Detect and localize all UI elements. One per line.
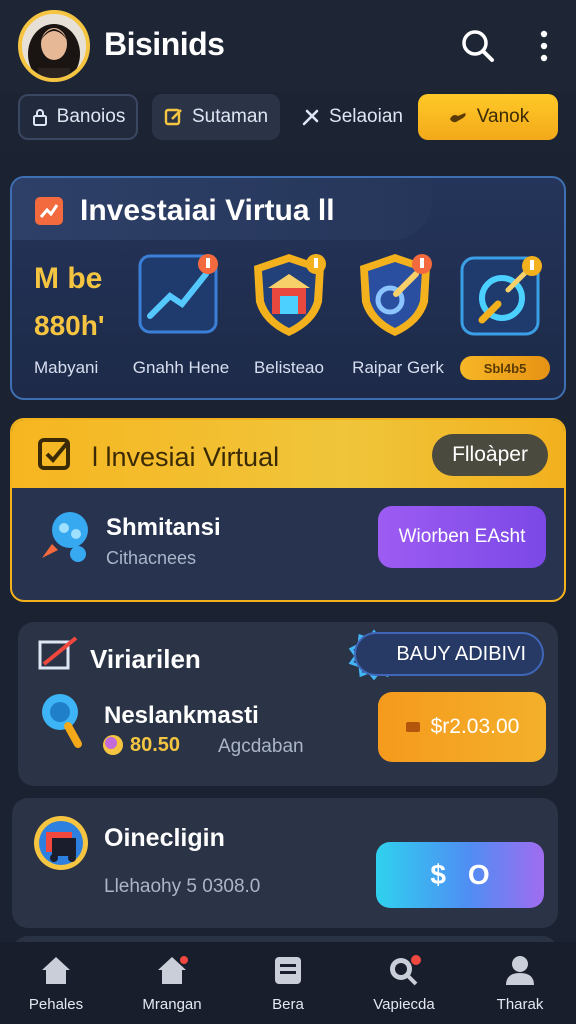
pay-button[interactable]: $ O (376, 842, 544, 908)
chart-badge-icon (35, 197, 63, 225)
lock-icon (32, 109, 47, 126)
hand-icon (449, 113, 466, 123)
item-name: Shmitansi (106, 514, 221, 541)
ticket-icon (405, 722, 420, 732)
card-title: Viriarilen (90, 644, 201, 674)
search-icon[interactable] (458, 26, 498, 66)
tab-vanok[interactable]: Vanok (418, 94, 558, 140)
feature-badge: Sbl4b5 (460, 356, 550, 380)
chart-up-icon (138, 254, 218, 334)
nav-item-vapiecda[interactable]: Vapiecda (348, 954, 460, 1020)
stat-label: Mabyani (34, 358, 99, 377)
item-name: Neslankmasti (104, 702, 259, 729)
search-target-icon (460, 256, 542, 336)
search-alert-icon (390, 955, 421, 986)
nav-label: Tharak (496, 996, 544, 1013)
feature-label: Gnahh Hene (132, 358, 230, 377)
app-header: Bisinids (0, 0, 576, 92)
feature-label: Raipar Gerk (352, 358, 444, 377)
feature-growth[interactable] (136, 250, 226, 340)
tab-selaoian[interactable]: Selaoian (292, 94, 412, 140)
item-subtitle: Cithacnees (106, 548, 197, 568)
avatar-image (22, 14, 86, 78)
nav-label: Mrangan (142, 996, 202, 1013)
item-subtitle: Llehaohy 5 0308.0 (104, 876, 261, 897)
edit-icon (164, 108, 182, 126)
item-amount: 80.50 (130, 734, 181, 756)
stat-value-bottom: 880h' (34, 310, 105, 341)
tab-label: Selaoian (329, 106, 403, 127)
card-title: Investaiai Virtua ll (80, 194, 335, 227)
bank-shield-icon (254, 254, 326, 336)
tab-label: Vanok (476, 106, 530, 127)
app-title: Bisinids (104, 26, 225, 62)
filter-tabs: Banoios Sutaman Selaoian Vanok (0, 92, 576, 154)
nav-item-pehales[interactable]: Pehales (0, 954, 112, 1020)
price-button[interactable]: $r2.03.00 (378, 692, 546, 762)
chart-check-icon (38, 636, 78, 670)
feature-label: Belisteao (254, 358, 324, 377)
avatar[interactable] (18, 10, 90, 82)
home-icon (42, 957, 70, 984)
person-icon (506, 956, 534, 985)
filter-pill[interactable]: Flloàper (432, 434, 548, 476)
nav-label: Pehales (28, 996, 84, 1013)
bottom-navigation: Pehales Mrangan Bera Vapiecda Tharak (0, 942, 576, 1024)
card-title: Oinecligin (104, 824, 225, 852)
tab-label: Banoios (56, 106, 126, 127)
checkbox-icon (38, 438, 70, 470)
card-header: l lnvesiai Virtual Flloàper (12, 420, 564, 488)
stat-value-top: M be (34, 262, 103, 295)
feature-bank[interactable] (244, 250, 334, 340)
rocket-people-icon (42, 512, 88, 562)
nav-item-mrangan[interactable]: Mrangan (116, 954, 228, 1020)
tab-sutaman[interactable]: Sutaman (152, 94, 280, 140)
wallet-icon (34, 816, 88, 870)
feature-security[interactable] (350, 250, 440, 340)
more-vert-icon[interactable] (524, 26, 564, 66)
coin-icon (103, 735, 123, 755)
home-alert-icon (158, 956, 188, 984)
item-subtitle: Agcdaban (218, 736, 304, 757)
price-label: $r2.03.00 (430, 715, 520, 738)
tab-label: Sutaman (191, 106, 269, 127)
list-icon (275, 957, 301, 984)
nav-item-bera[interactable]: Bera (232, 954, 344, 1020)
tab-banoios[interactable]: Banoios (18, 94, 138, 140)
magnifier-icon (42, 694, 82, 748)
investment-overview-card[interactable]: Investaiai Virtua ll M be 880h' Mabyani … (10, 176, 566, 400)
nav-item-tharak[interactable]: Tharak (464, 954, 576, 1020)
tools-icon (302, 109, 319, 126)
action-button[interactable]: Wiorben EAsht (378, 506, 546, 568)
nav-label: Vapiecda (373, 996, 435, 1013)
circle-label: O (467, 859, 490, 890)
nav-label: Bera (272, 996, 304, 1013)
variation-card[interactable]: Viriarilen BAUY ADIBIVI Neslankmasti 80.… (18, 622, 558, 786)
card-title: l lnvesiai Virtual (92, 442, 280, 472)
dollar-label: $ (430, 859, 446, 890)
status-pill[interactable]: BAUY ADIBIVI (354, 632, 544, 676)
feature-search[interactable] (458, 250, 548, 340)
virtual-investment-card[interactable]: l lnvesiai Virtual Flloàper Shmitansi Ci… (10, 418, 566, 602)
online-card[interactable]: Oinecligin Llehaohy 5 0308.0 $ O (12, 798, 558, 928)
shield-key-icon (360, 254, 432, 336)
